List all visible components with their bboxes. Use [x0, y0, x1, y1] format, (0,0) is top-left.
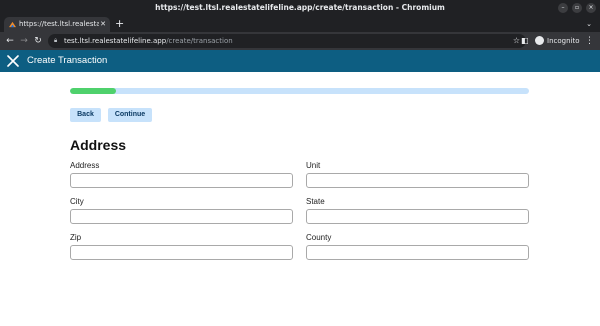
back-button[interactable]: Back: [70, 108, 101, 122]
address-input[interactable]: [70, 173, 293, 188]
app-header: Create Transaction: [0, 50, 600, 72]
tab-strip: https://test.ltsl.realestat ✕: [0, 16, 600, 32]
unit-label: Unit: [306, 161, 321, 170]
tab-title: https://test.ltsl.realestat: [19, 20, 99, 28]
reload-icon[interactable]: ↻: [32, 32, 44, 50]
progress-bar-fill: [70, 88, 116, 94]
browser-toolbar: ← → ↻ 🔒︎ test.ltsl.realestatelifeline.ap…: [0, 32, 600, 50]
incognito-profile[interactable]: Incognito: [535, 35, 579, 47]
section-title: Address: [70, 137, 127, 153]
window-title: https://test.ltsl.realestatelifeline.app…: [155, 3, 445, 12]
back-arrow-icon[interactable]: ←: [4, 32, 16, 50]
state-label: State: [306, 197, 325, 206]
forward-arrow-icon[interactable]: →: [18, 32, 30, 50]
address-bar[interactable]: 🔒︎ test.ltsl.realestatelifeline.app/crea…: [48, 34, 526, 48]
county-input[interactable]: [306, 245, 529, 260]
state-input[interactable]: [306, 209, 529, 224]
city-label: City: [70, 197, 84, 206]
site-favicon-icon: [9, 21, 16, 28]
window-titlebar: https://test.ltsl.realestatelifeline.app…: [0, 0, 600, 16]
county-label: County: [306, 233, 332, 242]
tab-close-icon[interactable]: ✕: [100, 17, 106, 32]
url-host: test.ltsl.realestatelifeline.app: [64, 37, 167, 45]
progress-bar: [70, 88, 529, 94]
zip-label: Zip: [70, 233, 82, 242]
city-input[interactable]: [70, 209, 293, 224]
lock-icon: 🔒︎: [54, 37, 58, 44]
incognito-icon: [535, 35, 544, 45]
url-path: /create/transaction: [166, 37, 233, 45]
close-icon[interactable]: [7, 55, 19, 67]
close-window-icon[interactable]: ×: [586, 3, 596, 13]
tab-search-icon[interactable]: ⌄: [586, 16, 592, 32]
zip-input[interactable]: [70, 245, 293, 260]
address-label: Address: [70, 161, 100, 170]
unit-input[interactable]: [306, 173, 529, 188]
url-text: test.ltsl.realestatelifeline.app/create/…: [64, 34, 233, 48]
browser-tab[interactable]: https://test.ltsl.realestat ✕: [4, 17, 110, 32]
continue-button[interactable]: Continue: [108, 108, 152, 122]
new-tab-icon[interactable]: +: [115, 16, 124, 32]
side-panel-icon[interactable]: ◧: [521, 32, 529, 50]
incognito-label: Incognito: [547, 37, 580, 45]
bookmark-star-icon[interactable]: ☆: [513, 34, 520, 48]
minimize-icon[interactable]: –: [558, 3, 568, 13]
page-title: Create Transaction: [27, 55, 108, 66]
maximize-icon[interactable]: ▫: [572, 3, 582, 13]
kebab-menu-icon[interactable]: ⋮: [585, 32, 594, 50]
